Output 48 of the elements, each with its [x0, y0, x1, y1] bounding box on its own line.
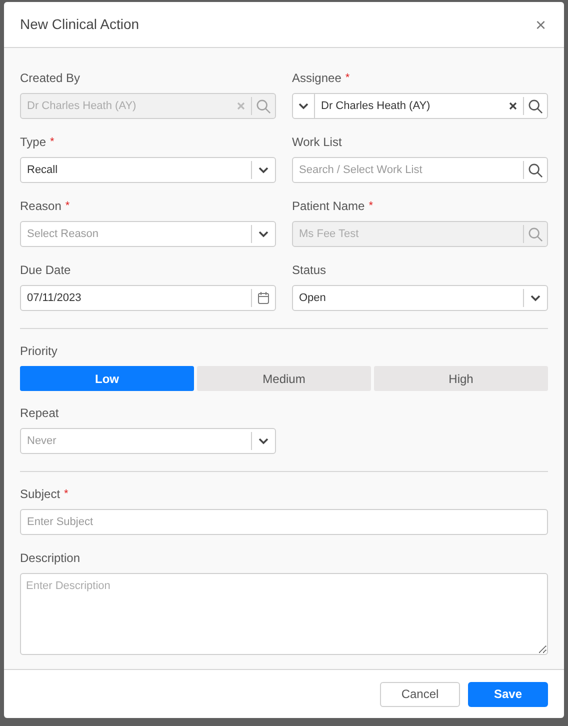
field-input[interactable]: 07/11/2023: [21, 286, 251, 310]
chevron-down-icon[interactable]: [258, 230, 269, 238]
search-icon[interactable]: [528, 162, 543, 178]
date-field[interactable]: 07/11/2023: [20, 285, 276, 311]
field-label: Repeat: [20, 405, 59, 422]
dropdown-field[interactable]: Select Reason: [20, 221, 276, 247]
field-label: Patient Name: [292, 198, 365, 215]
field-label: Type: [20, 134, 46, 151]
description-input[interactable]: Enter Description: [21, 574, 547, 654]
field-input[interactable]: Recall: [21, 158, 251, 182]
field-label: Work List: [292, 134, 342, 151]
priority-tab[interactable]: Medium: [197, 366, 371, 391]
field-label: Status: [292, 262, 326, 279]
chevron-down-icon[interactable]: [298, 102, 309, 110]
field-label: Assignee: [292, 70, 342, 87]
field-label: Reason: [20, 198, 62, 215]
calendar-icon[interactable]: [258, 292, 269, 304]
chevron-down-icon[interactable]: [530, 294, 541, 302]
required-asterisk: *: [368, 198, 373, 214]
required-asterisk: *: [345, 70, 350, 86]
field-input[interactable]: Never: [21, 429, 251, 453]
field-label: Description: [20, 550, 80, 567]
field-label: Priority: [20, 343, 58, 360]
field-label: Due Date: [20, 262, 71, 279]
field-label: Created By: [20, 70, 80, 87]
field-input[interactable]: Open: [293, 286, 523, 310]
dropdown-field[interactable]: Recall: [20, 157, 276, 183]
close-button[interactable]: ×: [533, 16, 548, 34]
cancel-button[interactable]: Cancel: [380, 682, 460, 706]
field-input[interactable]: Enter Subject: [21, 510, 547, 534]
dialog-title: New Clinical Action: [20, 15, 140, 34]
required-asterisk: *: [64, 486, 68, 502]
chevron-down-icon[interactable]: [258, 437, 269, 445]
priority-tab[interactable]: High: [374, 366, 548, 391]
dropdown-field[interactable]: Open: [292, 285, 548, 311]
save-button[interactable]: Save: [468, 682, 548, 706]
field-input[interactable]: Dr Charles Heath (AY): [315, 94, 503, 118]
required-asterisk: *: [65, 198, 70, 214]
priority-tab[interactable]: Low: [20, 366, 194, 391]
field-label: Subject: [20, 486, 60, 503]
field-input[interactable]: Search / Select Work List: [293, 158, 523, 182]
required-asterisk: *: [50, 134, 54, 150]
field-input[interactable]: Select Reason: [21, 222, 251, 246]
search-field[interactable]: Dr Charles Heath (AY): [292, 93, 548, 119]
chevron-down-icon[interactable]: [258, 166, 269, 174]
dropdown-field[interactable]: Never: [20, 428, 276, 454]
search-icon[interactable]: [528, 98, 543, 114]
search-field[interactable]: Search / Select Work List: [292, 157, 548, 183]
